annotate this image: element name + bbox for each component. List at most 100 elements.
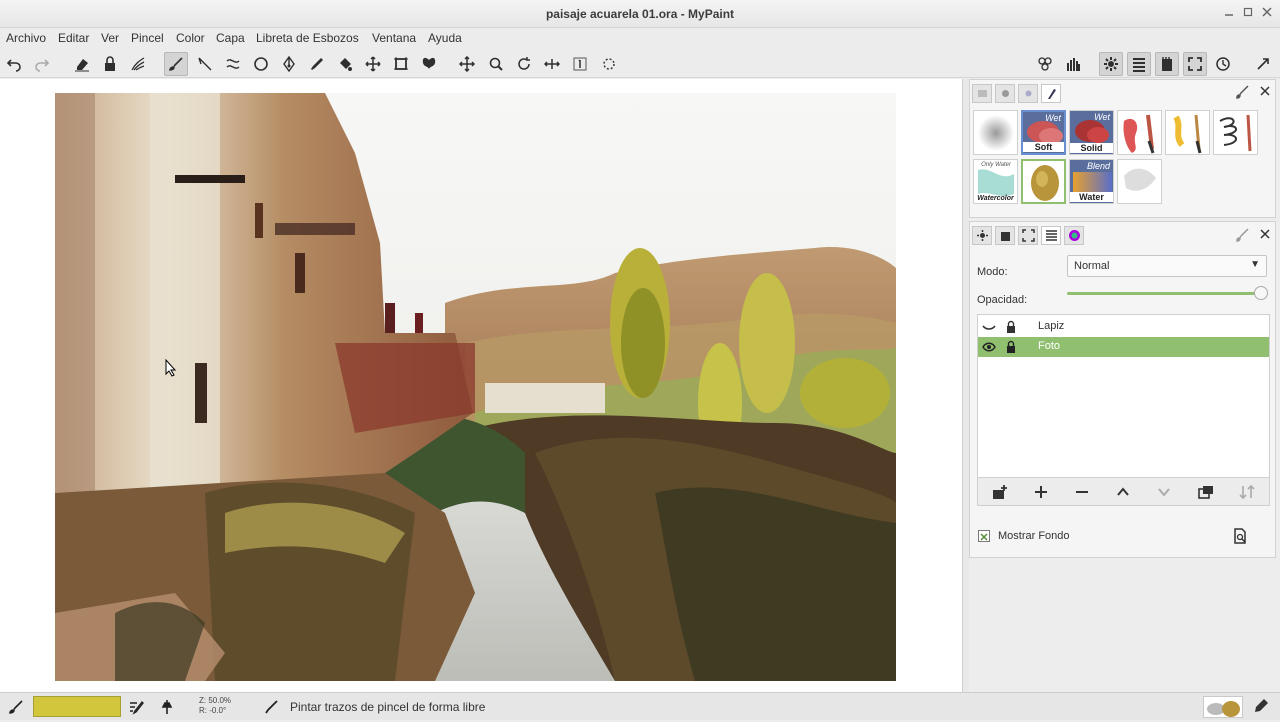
- lock-icon[interactable]: [1004, 320, 1018, 334]
- menu-pincel[interactable]: Pincel: [131, 31, 164, 45]
- eye-icon[interactable]: [982, 340, 996, 354]
- mirror-view-icon[interactable]: [540, 52, 564, 76]
- expand-icon[interactable]: [1251, 52, 1275, 76]
- frame-icon[interactable]: [389, 52, 413, 76]
- symmetry-icon[interactable]: [417, 52, 441, 76]
- menu-color[interactable]: Color: [176, 31, 205, 45]
- opacity-slider-track[interactable]: [1067, 292, 1261, 295]
- layers-settings-icon[interactable]: [1236, 228, 1250, 245]
- color-picker-icon[interactable]: [305, 52, 329, 76]
- scratchpad-tab[interactable]: [995, 226, 1015, 245]
- colorize-icon[interactable]: [126, 52, 150, 76]
- preview-tab[interactable]: [1018, 226, 1038, 245]
- layers-panel-tabs: [970, 222, 1275, 248]
- drawing-canvas[interactable]: [0, 79, 963, 692]
- layer-buttons-bar: [977, 478, 1270, 506]
- brush-group-tab-3[interactable]: [1018, 84, 1038, 103]
- brush-sponge[interactable]: [1021, 159, 1066, 204]
- clock-icon[interactable]: [1211, 52, 1235, 76]
- brush-preview-thumbnail[interactable]: [1203, 696, 1243, 718]
- duplicate-layer-icon[interactable]: [1194, 482, 1218, 502]
- brush-group-tab-2[interactable]: [995, 84, 1015, 103]
- watercolor-painting[interactable]: [55, 93, 896, 681]
- maximize-icon[interactable]: [1240, 6, 1256, 22]
- pin-icon[interactable]: [161, 699, 177, 718]
- undo-icon[interactable]: [2, 52, 26, 76]
- reset-zoom-icon[interactable]: [568, 52, 592, 76]
- layer-up-icon[interactable]: [1111, 482, 1135, 502]
- brush-group-tab-4[interactable]: [1041, 84, 1061, 103]
- menu-editar[interactable]: Editar: [58, 31, 89, 45]
- brush-ink-spiral[interactable]: [1213, 110, 1258, 155]
- scratchpad-icon[interactable]: [1033, 52, 1057, 76]
- brush-watercolor[interactable]: Only Water Watercolor: [973, 159, 1018, 204]
- brush-paint-yellow[interactable]: [1165, 110, 1210, 155]
- fit-view-icon[interactable]: [597, 52, 621, 76]
- window-title: paisaje acuarela 01.ora - MyPaint: [545, 7, 735, 21]
- fill-icon[interactable]: [333, 52, 357, 76]
- freehand-brush-icon[interactable]: [164, 52, 188, 76]
- close-icon[interactable]: [1259, 6, 1275, 22]
- brush-group-tab-1[interactable]: [972, 84, 992, 103]
- menu-ver[interactable]: Ver: [101, 31, 119, 45]
- tool-options-tab[interactable]: [972, 226, 992, 245]
- brush-water-blend[interactable]: Blend Water: [1069, 159, 1114, 204]
- pen-icon[interactable]: [277, 52, 301, 76]
- opacity-slider-handle[interactable]: [1254, 286, 1268, 300]
- menu-libreta[interactable]: Libreta de Esbozos: [256, 31, 359, 45]
- eraser-icon[interactable]: [70, 52, 94, 76]
- color-wheel-tab[interactable]: [1064, 226, 1084, 245]
- menu-archivo[interactable]: Archivo: [6, 31, 46, 45]
- zoom-view-icon[interactable]: [484, 52, 508, 76]
- inking-icon[interactable]: [193, 52, 217, 76]
- layer-row-lapiz[interactable]: Lapiz: [978, 317, 1269, 337]
- blend-mode-dropdown[interactable]: Normal ▼: [1067, 255, 1267, 277]
- layers-close-icon[interactable]: [1259, 228, 1271, 243]
- pan-view-icon[interactable]: [455, 52, 479, 76]
- add-layer-icon[interactable]: [1029, 482, 1053, 502]
- color-picker-status-icon[interactable]: [1253, 698, 1269, 717]
- layer-down-icon[interactable]: [1152, 482, 1176, 502]
- ellipse-icon[interactable]: [249, 52, 273, 76]
- layer-row-foto[interactable]: Foto: [978, 337, 1269, 357]
- minimize-icon[interactable]: [1221, 6, 1237, 22]
- lines-curves-icon[interactable]: [221, 52, 245, 76]
- layers-toggle-icon[interactable]: [1127, 52, 1151, 76]
- lock-alpha-icon[interactable]: [98, 52, 122, 76]
- layers-tab[interactable]: [1041, 226, 1061, 245]
- layer-properties-icon[interactable]: [1233, 528, 1247, 547]
- brush-wet-soft[interactable]: Wet Soft: [1021, 110, 1066, 155]
- merge-down-icon[interactable]: [1235, 482, 1259, 502]
- menu-ventana[interactable]: Ventana: [372, 31, 416, 45]
- menu-bar: Archivo Editar Ver Pincel Color Capa Lib…: [0, 28, 1280, 50]
- freehand-status-icon: [263, 699, 279, 718]
- layers-panel: Modo: Normal ▼ Opacidad: Lapiz Foto Most…: [969, 221, 1276, 558]
- add-layer-menu-icon[interactable]: [988, 482, 1012, 502]
- rotate-view-icon[interactable]: [512, 52, 536, 76]
- painting-image: [55, 93, 896, 681]
- brush-wet-solid[interactable]: Wet Solid: [1069, 110, 1114, 155]
- panel-close-icon[interactable]: [1259, 85, 1271, 100]
- remove-layer-icon[interactable]: [1070, 482, 1094, 502]
- brush-settings-icon[interactable]: [1236, 85, 1250, 102]
- show-background-checkbox[interactable]: [978, 530, 990, 542]
- menu-capa[interactable]: Capa: [216, 31, 245, 45]
- brush-edit-icon[interactable]: [128, 699, 144, 718]
- move-layer-icon[interactable]: [361, 52, 385, 76]
- fullscreen-icon[interactable]: [1183, 52, 1207, 76]
- status-message: Pintar trazos de pincel de forma libre: [290, 700, 486, 714]
- brush-paint-red[interactable]: [1117, 110, 1162, 155]
- zoom-readout: Z: 50.0%: [199, 696, 232, 705]
- brush-airbrush[interactable]: [973, 110, 1018, 155]
- eye-closed-icon[interactable]: [982, 320, 996, 334]
- current-color-swatch[interactable]: [33, 696, 121, 717]
- tool-options-icon[interactable]: [1099, 52, 1123, 76]
- lock-icon[interactable]: [1004, 340, 1018, 354]
- menu-ayuda[interactable]: Ayuda: [428, 31, 462, 45]
- brush-dynamics-icon[interactable]: [1061, 52, 1085, 76]
- brush-indicator-icon[interactable]: [8, 699, 24, 718]
- redo-icon[interactable]: [30, 52, 54, 76]
- mode-label: Modo:: [977, 266, 1008, 278]
- brush-water-light[interactable]: [1117, 159, 1162, 204]
- scratchpad-toggle-icon[interactable]: [1155, 52, 1179, 76]
